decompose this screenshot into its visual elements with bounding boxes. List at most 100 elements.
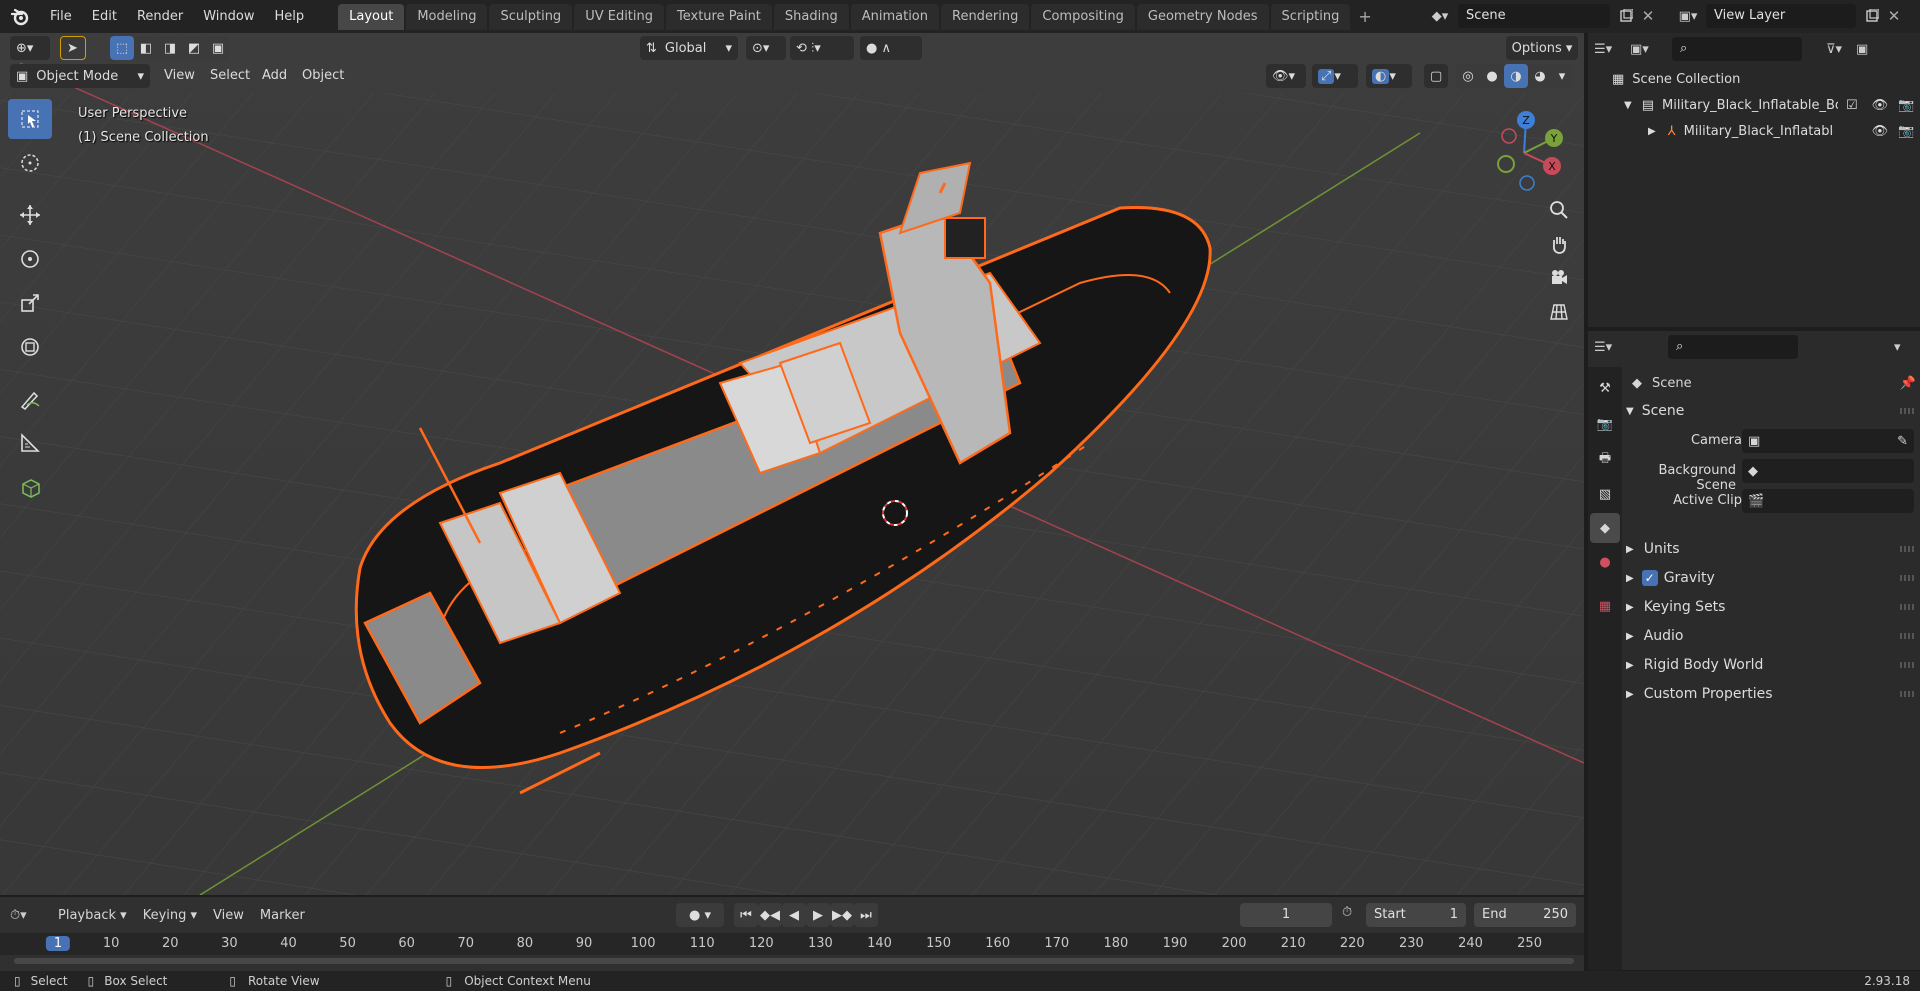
select-extend-icon[interactable]: ◧ xyxy=(134,36,158,60)
play-icon[interactable]: ▶ xyxy=(806,903,830,927)
move-tool-icon[interactable] xyxy=(8,195,52,235)
menu-edit[interactable]: Edit xyxy=(82,0,127,33)
exclude-checkbox[interactable]: ☑ xyxy=(1846,98,1858,113)
navigation-gizmo[interactable]: Z Y X xyxy=(1484,108,1564,198)
perspective-toggle-icon[interactable] xyxy=(1544,297,1574,327)
drag-handle-icon[interactable] xyxy=(1900,575,1914,581)
preview-range-icon[interactable]: ⏱ xyxy=(1342,905,1352,920)
cursor-tool-icon[interactable] xyxy=(8,143,52,183)
custom-properties-section[interactable]: ▶ Custom Properties xyxy=(1626,680,1920,708)
add-cube-tool-icon[interactable] xyxy=(8,467,52,507)
new-collection-icon[interactable]: ▣ xyxy=(1856,42,1880,57)
outliner-row-object[interactable]: ▶ ⅄ Military_Black_Inflatable_ 👁 📷 xyxy=(1588,118,1920,144)
tool-tab-icon[interactable]: ⚒ xyxy=(1590,373,1620,403)
eyedropper-icon[interactable]: ✎ xyxy=(1897,434,1908,449)
transform-orientation-dropdown[interactable]: ⇅ Global ▾ xyxy=(640,36,738,60)
select-box-tool-icon[interactable] xyxy=(8,99,52,139)
menu-view[interactable]: View xyxy=(158,64,201,88)
units-section[interactable]: ▶ Units xyxy=(1626,535,1920,563)
tab-layout[interactable]: Layout xyxy=(338,3,405,30)
keying-sets-section[interactable]: ▶ Keying Sets xyxy=(1626,593,1920,621)
select-new-icon[interactable]: ⬚ xyxy=(110,36,134,60)
camera-view-icon[interactable] xyxy=(1544,263,1574,293)
next-keyframe-icon[interactable]: ▶◆ xyxy=(830,903,854,927)
expand-arrow-icon[interactable]: ▼ xyxy=(1624,100,1632,111)
world-tab-icon[interactable]: ● xyxy=(1590,547,1620,577)
properties-search-input[interactable]: ⌕ xyxy=(1668,335,1798,359)
view-layer-tab-icon[interactable]: ▧ xyxy=(1590,479,1620,509)
delete-scene-icon[interactable]: ✕ xyxy=(1638,4,1658,28)
texture-tab-icon[interactable]: ▦ xyxy=(1590,591,1620,621)
options-dropdown[interactable]: Options ▾ xyxy=(1506,36,1578,60)
background-scene-field[interactable]: ◆ xyxy=(1742,459,1914,483)
display-mode-icon[interactable]: ▣▾ xyxy=(1630,42,1666,57)
tab-sculpting[interactable]: Sculpting xyxy=(489,3,573,30)
camera-render-icon[interactable]: 📷 xyxy=(1898,98,1914,113)
marker-menu[interactable]: Marker xyxy=(252,908,313,923)
tab-modeling[interactable]: Modeling xyxy=(406,3,488,30)
menu-help[interactable]: Help xyxy=(265,0,315,33)
menu-render[interactable]: Render xyxy=(127,0,193,33)
gizmo-toggle[interactable]: ⤢ ▾ xyxy=(1312,64,1358,88)
camera-field[interactable]: ▣ ✎ xyxy=(1742,429,1914,453)
blender-logo-icon[interactable] xyxy=(0,0,40,33)
menu-file[interactable]: File xyxy=(40,0,82,33)
filter-icon[interactable]: ⊽▾ xyxy=(1826,42,1856,57)
tab-rendering[interactable]: Rendering xyxy=(941,3,1030,30)
drag-handle-icon[interactable] xyxy=(1900,408,1914,414)
audio-section[interactable]: ▶ Audio xyxy=(1626,622,1920,650)
jump-start-icon[interactable]: ⏮ xyxy=(734,903,758,927)
scene-tab-icon[interactable]: ◆ xyxy=(1590,513,1620,543)
drag-handle-icon[interactable] xyxy=(1900,604,1914,610)
outliner-search-input[interactable]: ⌕ xyxy=(1672,37,1802,61)
delete-view-layer-icon[interactable]: ✕ xyxy=(1884,4,1904,28)
3d-viewport[interactable]: ⊕▾ ➤ ⬚ ◧ ◨ ◩ ▣ ⇅ Global ▾ ⊙▾ ⟲ ⫶▾ ● ∧ Op… xyxy=(0,33,1584,895)
menu-window[interactable]: Window xyxy=(193,0,264,33)
pan-hand-icon[interactable] xyxy=(1544,229,1574,259)
drag-handle-icon[interactable] xyxy=(1900,546,1914,552)
overlays-toggle[interactable]: ◐ ▾ xyxy=(1366,64,1412,88)
rigid-body-world-section[interactable]: ▶ Rigid Body World xyxy=(1626,651,1920,679)
prev-keyframe-icon[interactable]: ◆◀ xyxy=(758,903,782,927)
wireframe-shading-icon[interactable]: ◎ xyxy=(1456,64,1480,88)
measure-tool-icon[interactable] xyxy=(8,423,52,463)
current-frame-field[interactable]: 1 xyxy=(1240,903,1332,927)
pivot-point-dropdown[interactable]: ⊙▾ xyxy=(746,36,786,60)
proportional-edit-toggle[interactable]: ● ∧ xyxy=(860,36,922,60)
gravity-checkbox[interactable]: ✓ xyxy=(1641,570,1658,586)
playback-menu[interactable]: Playback ▾ xyxy=(50,908,135,923)
view-layer-field[interactable]: View Layer xyxy=(1706,4,1856,28)
start-frame-field[interactable]: Start 1 xyxy=(1366,903,1466,927)
snap-toggle[interactable]: ⟲ ⫶▾ xyxy=(790,36,854,60)
menu-object[interactable]: Object xyxy=(296,64,350,88)
visibility-dropdown[interactable]: 👁▾ xyxy=(1266,64,1306,88)
rotate-tool-icon[interactable] xyxy=(8,239,52,279)
eye-icon[interactable]: 👁 xyxy=(1872,124,1889,139)
scene-panel-header[interactable]: ▼ Scene xyxy=(1626,397,1920,425)
active-clip-field[interactable]: 🎬 xyxy=(1742,489,1914,513)
keying-menu[interactable]: Keying ▾ xyxy=(135,908,205,923)
eye-icon[interactable]: 👁 xyxy=(1872,98,1889,113)
scale-tool-icon[interactable] xyxy=(8,283,52,323)
gravity-section[interactable]: ▶ ✓ Gravity xyxy=(1626,564,1920,592)
select-intersect-icon[interactable]: ▣ xyxy=(206,36,230,60)
tab-compositing[interactable]: Compositing xyxy=(1031,3,1135,30)
chevron-down-icon[interactable]: ▾ xyxy=(1894,340,1914,355)
transform-tool-icon[interactable] xyxy=(8,327,52,367)
tab-scripting[interactable]: Scripting xyxy=(1270,3,1351,30)
select-tool-icon[interactable]: ➤ xyxy=(60,36,86,60)
menu-add[interactable]: Add xyxy=(256,64,293,88)
editor-type-icon[interactable]: ☰▾ xyxy=(1594,42,1630,57)
new-scene-icon[interactable] xyxy=(1614,4,1638,28)
end-frame-field[interactable]: End 250 xyxy=(1474,903,1576,927)
drag-handle-icon[interactable] xyxy=(1900,691,1914,697)
pin-icon[interactable]: 📌 xyxy=(1900,376,1916,391)
render-tab-icon[interactable]: 📷 xyxy=(1590,409,1620,439)
editor-type-icon[interactable]: ☰▾ xyxy=(1594,340,1630,355)
editor-type-button[interactable]: ⊕▾ xyxy=(10,36,50,60)
timeline-scrollbar[interactable] xyxy=(14,958,1574,964)
outliner-row-scene-collection[interactable]: ▦ Scene Collection xyxy=(1588,66,1920,92)
tab-shading[interactable]: Shading xyxy=(773,3,849,30)
annotate-tool-icon[interactable] xyxy=(8,379,52,419)
scene-icon[interactable]: ◆▾ xyxy=(1422,4,1458,28)
